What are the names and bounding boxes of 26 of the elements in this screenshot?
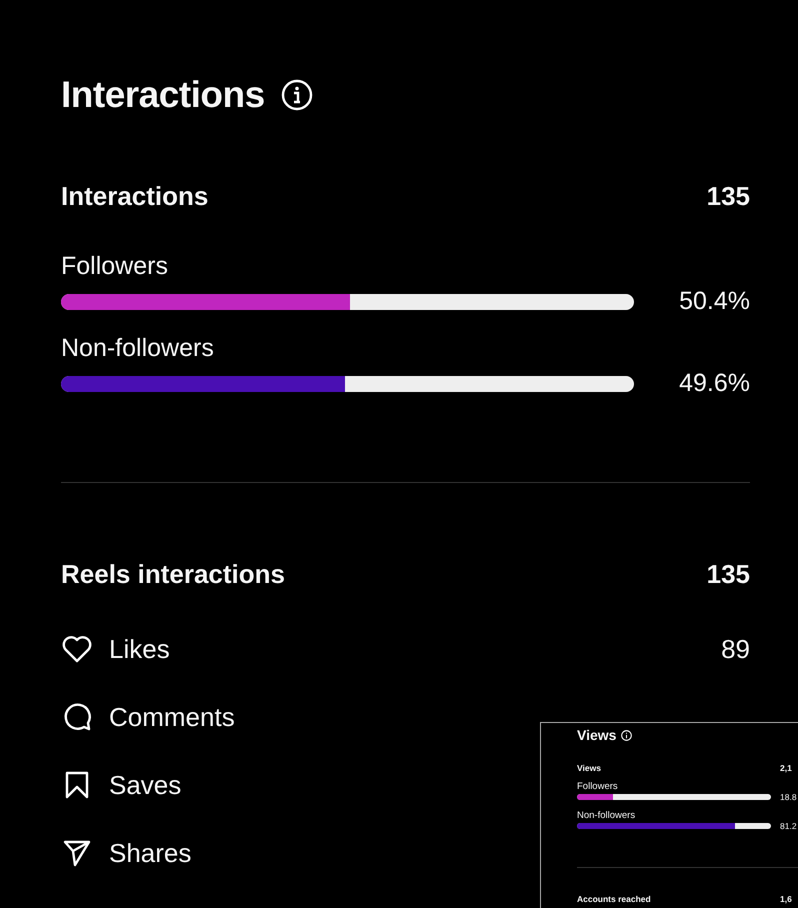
info-icon (621, 730, 632, 740)
metric-label: Saves (109, 770, 182, 800)
percentage: 81.2 (780, 821, 797, 831)
thumbnail-title: Views (577, 727, 616, 743)
total-value: 135 (706, 181, 750, 212)
section-title: Interactions (61, 181, 208, 212)
section-title: Accounts reached (577, 894, 652, 904)
section-title: Reels interactions (61, 559, 285, 590)
percentage: 18.8 (780, 792, 797, 802)
metric-label: Likes (109, 634, 170, 664)
audience-label: Followers (61, 252, 169, 281)
audience-label: Followers (577, 781, 619, 792)
total-value: 2,1 (780, 763, 792, 773)
page-title: Interactions (61, 74, 265, 116)
audience-label: Non-followers (61, 334, 215, 363)
total-value: 135 (706, 559, 750, 590)
section-title: Views (577, 763, 602, 773)
metric-label: Comments (109, 702, 235, 732)
info-icon[interactable] (280, 79, 313, 111)
audience-label: Non-followers (577, 810, 636, 821)
total-value: 1,6 (780, 894, 792, 904)
heart-icon (61, 633, 93, 665)
metric-label: Shares (109, 838, 192, 868)
percentage: 50.4% (678, 287, 750, 316)
metric-value: 89 (721, 634, 750, 664)
percentage: 49.6% (678, 369, 750, 398)
